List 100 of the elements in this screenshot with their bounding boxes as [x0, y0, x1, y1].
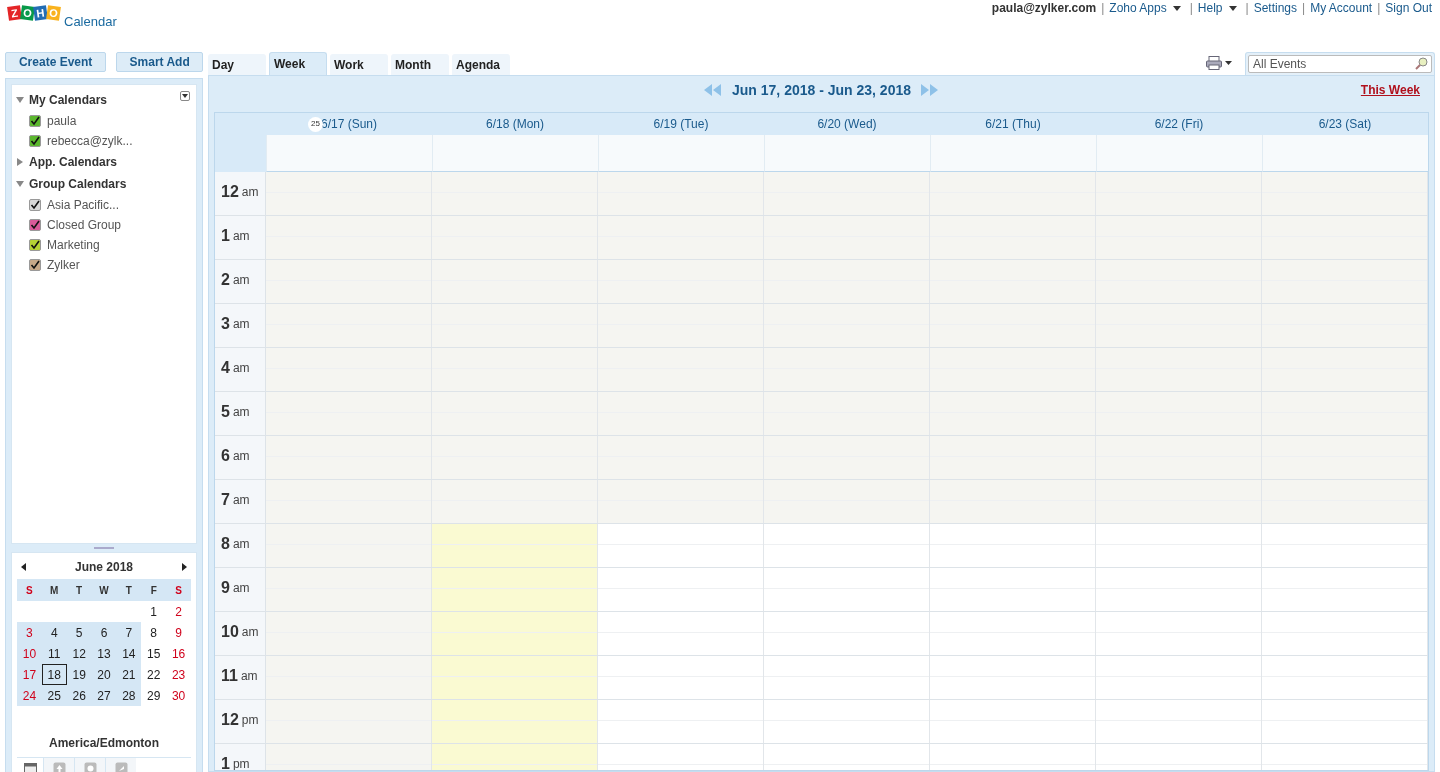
search-icon[interactable]: [1415, 57, 1429, 71]
calendar-checkbox[interactable]: [29, 135, 41, 147]
collapse-triangle-icon[interactable]: [16, 96, 24, 104]
view-tab[interactable]: Month: [391, 54, 449, 75]
all-day-cell[interactable]: [764, 135, 930, 172]
all-day-cell[interactable]: [1262, 135, 1428, 172]
time-slot[interactable]: [1096, 392, 1262, 435]
all-day-cell[interactable]: [598, 135, 764, 172]
day-cell[interactable]: 12: [66, 643, 92, 664]
header-link[interactable]: Settings: [1253, 0, 1297, 17]
time-slot[interactable]: [930, 392, 1096, 435]
dropdown-icon[interactable]: [180, 91, 190, 101]
day-cell[interactable]: 15: [141, 643, 167, 664]
time-slot[interactable]: [1096, 568, 1262, 611]
time-slot[interactable]: [432, 436, 598, 479]
time-slot[interactable]: [930, 700, 1096, 743]
day-cell[interactable]: 9: [166, 622, 191, 643]
this-week-link[interactable]: This Week: [1360, 81, 1420, 99]
view-tab[interactable]: Day: [208, 54, 266, 75]
time-slot[interactable]: [266, 304, 432, 347]
calendar-name[interactable]: Asia Pacific...: [47, 196, 120, 214]
view-tab[interactable]: Week: [269, 52, 327, 75]
time-slot[interactable]: [266, 568, 432, 611]
time-slot[interactable]: [930, 436, 1096, 479]
day-header[interactable]: 6/22 (Fri): [1154, 115, 1204, 133]
time-slot[interactable]: [432, 304, 598, 347]
calendar-checkbox[interactable]: [29, 239, 41, 251]
dropdown-caret-icon[interactable]: [1228, 5, 1237, 11]
day-cell[interactable]: 14: [116, 643, 142, 664]
day-cell[interactable]: 21: [116, 664, 142, 685]
time-slot[interactable]: [266, 612, 432, 655]
time-slot[interactable]: [764, 216, 930, 259]
time-slot[interactable]: [598, 304, 764, 347]
time-slot[interactable]: [930, 480, 1096, 523]
day-cell[interactable]: 19: [66, 664, 92, 685]
time-slot[interactable]: [266, 656, 432, 699]
action-button[interactable]: Create Event: [5, 52, 107, 72]
time-slot[interactable]: [930, 216, 1096, 259]
time-slot[interactable]: [1262, 612, 1428, 655]
expand-triangle-icon[interactable]: [16, 158, 24, 166]
time-slot[interactable]: [1262, 656, 1428, 699]
time-slot[interactable]: [266, 700, 432, 743]
time-slot[interactable]: [1096, 436, 1262, 479]
time-slot[interactable]: [432, 612, 598, 655]
time-slot[interactable]: [1096, 656, 1262, 699]
calendar-checkbox[interactable]: [29, 199, 41, 211]
time-slot[interactable]: [930, 304, 1096, 347]
time-slot[interactable]: [1262, 524, 1428, 567]
day-cell[interactable]: 16: [166, 643, 191, 664]
time-slot[interactable]: [930, 348, 1096, 391]
day-header[interactable]: 6/20 (Wed): [817, 115, 877, 133]
time-slot[interactable]: [432, 348, 598, 391]
time-slot[interactable]: [1096, 700, 1262, 743]
day-cell[interactable]: 27: [91, 685, 117, 706]
time-slot[interactable]: [598, 700, 764, 743]
time-slot[interactable]: [930, 612, 1096, 655]
all-day-cell[interactable]: [930, 135, 1096, 172]
previous-month-icon[interactable]: [21, 563, 26, 571]
day-cell[interactable]: 30: [166, 685, 191, 706]
day-cell[interactable]: 25: [41, 685, 67, 706]
time-slot[interactable]: [1262, 304, 1428, 347]
time-slot[interactable]: [266, 260, 432, 303]
time-slot[interactable]: [1096, 260, 1262, 303]
section-header[interactable]: My Calendars: [16, 91, 192, 109]
time-slot[interactable]: [1096, 216, 1262, 259]
time-slot[interactable]: [432, 392, 598, 435]
time-slot[interactable]: [432, 172, 598, 215]
time-slot[interactable]: [764, 700, 930, 743]
time-slot[interactable]: [432, 656, 598, 699]
time-slot[interactable]: [764, 348, 930, 391]
day-cell[interactable]: 28: [116, 685, 142, 706]
calendar-checkbox[interactable]: [29, 259, 41, 271]
day-cell[interactable]: 22: [141, 664, 167, 685]
time-slot[interactable]: [598, 524, 764, 567]
time-slot[interactable]: [764, 260, 930, 303]
calendar-name[interactable]: Closed Group: [47, 216, 122, 234]
day-header[interactable]: 6/23 (Sat): [1318, 115, 1372, 133]
time-slot[interactable]: [930, 172, 1096, 215]
time-slot[interactable]: [930, 656, 1096, 699]
day-cell[interactable]: 17: [17, 664, 42, 685]
header-link[interactable]: Help: [1197, 0, 1223, 17]
day-header[interactable]: 6/21 (Thu): [985, 115, 1041, 133]
day-cell[interactable]: 29: [141, 685, 167, 706]
search-field[interactable]: All Events: [1248, 55, 1432, 73]
time-slot[interactable]: [764, 436, 930, 479]
day-cell[interactable]: 23: [166, 664, 191, 685]
time-slot[interactable]: [598, 260, 764, 303]
time-slot[interactable]: [1262, 216, 1428, 259]
time-slot[interactable]: [598, 172, 764, 215]
calendar-name[interactable]: Marketing: [47, 236, 100, 254]
section-header[interactable]: Group Calendars: [16, 175, 192, 193]
calendar-checkbox[interactable]: [29, 219, 41, 231]
time-slot[interactable]: [1262, 700, 1428, 743]
day-cell[interactable]: 10: [17, 643, 42, 664]
day-cell[interactable]: 1: [141, 601, 167, 622]
printer-icon[interactable]: [1206, 56, 1232, 70]
time-slot[interactable]: [764, 172, 930, 215]
day-cell[interactable]: 4: [41, 622, 67, 643]
header-link[interactable]: Sign Out: [1385, 0, 1432, 17]
time-slot[interactable]: [266, 172, 432, 215]
